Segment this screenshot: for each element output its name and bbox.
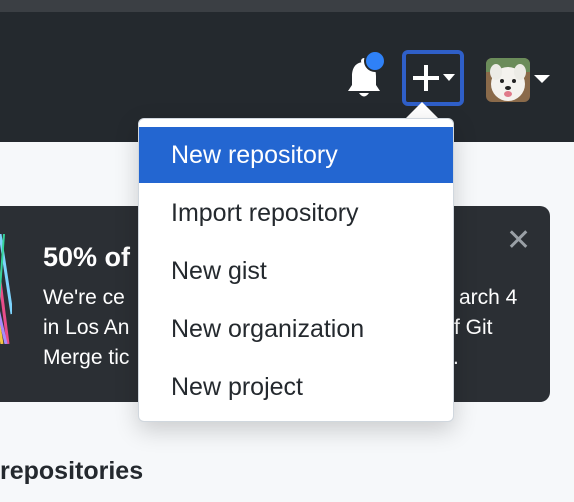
banner-text-line1-left: We're ce [43,286,125,309]
banner-title: 50% of [43,242,131,272]
banner-text-line3-left: Merge tic [43,346,130,369]
plus-icon [413,65,455,91]
menu-item-import-repository[interactable]: Import repository [139,185,453,241]
banner-graphic [0,234,12,344]
chevron-down-icon [443,74,455,81]
menu-item-new-project[interactable]: New project [139,359,453,415]
banner-text-line2-right: f Git [454,316,493,339]
notification-indicator [364,50,386,72]
page: 50% of We're ce arch 4 in Los An f Git M… [0,0,574,502]
dropdown-caret [406,102,438,118]
banner-text-line2-left: in Los An [43,316,130,339]
avatar-chevron-down-icon[interactable] [534,75,550,83]
avatar-image [486,58,530,102]
avatar[interactable] [486,58,530,102]
top-strip [0,0,574,12]
menu-item-new-organization[interactable]: New organization [139,301,453,357]
menu-item-new-gist[interactable]: New gist [139,243,453,299]
banner-text-line1-right: arch 4 [459,286,518,309]
section-title: repositories [0,457,144,485]
create-new-dropdown: New repository Import repository New gis… [138,118,454,422]
menu-item-new-repository[interactable]: New repository [139,127,453,183]
create-new-button[interactable] [402,50,464,106]
close-icon[interactable]: ✕ [506,226,531,256]
